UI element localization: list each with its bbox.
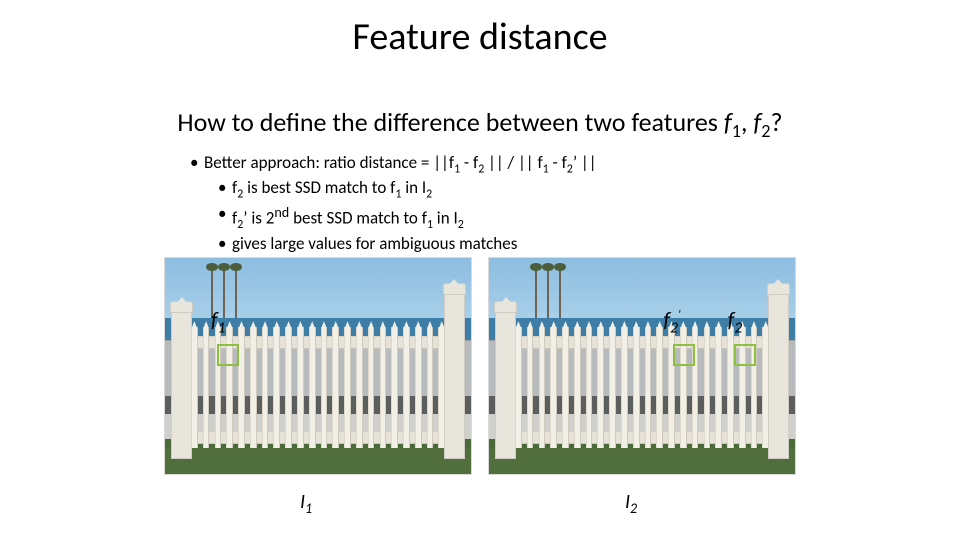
b1-m: is best SSD match to f (243, 177, 395, 198)
b0-m1: - f (460, 152, 478, 173)
slide: Feature distance How to define the diffe… (0, 0, 960, 540)
b2-m2: best SSD match to f (289, 208, 427, 229)
lf2pp: ' (678, 308, 681, 322)
b0-end: || (577, 152, 597, 173)
lf2ps: 2 (670, 318, 678, 337)
label-f2prime: f2' (663, 306, 680, 337)
label-f2: f2 (728, 306, 743, 337)
subtitle-f1-sub: 1 (732, 120, 741, 142)
b0-m3: - f (549, 152, 567, 173)
image-I1: f1 (165, 258, 471, 474)
label-f1: f1 (211, 306, 226, 337)
b1-m2: in I (401, 177, 426, 198)
lf1s: 1 (218, 318, 226, 337)
b2-s3: 2 (458, 218, 464, 232)
slide-subtitle: How to define the difference between two… (0, 106, 960, 142)
lf2s: 2 (734, 318, 742, 337)
caption-I2: I2 (625, 490, 637, 517)
bullet-1: f2 is best SSD match to f1 in I2 (218, 177, 830, 202)
b0-m2: || / || f (484, 152, 542, 173)
marker-f2prime (673, 344, 695, 366)
b2-m3: in I (433, 208, 458, 229)
capI1s: 1 (305, 500, 312, 517)
subtitle-text: How to define the difference between two… (177, 106, 723, 138)
lf1f: f (211, 306, 218, 333)
b2-sup: nd (274, 204, 289, 221)
subtitle-f2-sub: 2 (761, 120, 770, 142)
marker-f1 (217, 344, 239, 366)
bullet-3: gives large values for ambiguous matches (218, 233, 830, 256)
subtitle-q: ? (771, 106, 783, 138)
image-row: f1 f2' f2 (165, 258, 795, 474)
marker-f2 (734, 344, 756, 366)
image-I2: f2' f2 (489, 258, 795, 474)
b2-m: is 2 (247, 208, 274, 229)
b1-s3: 2 (426, 188, 432, 202)
slide-title: Feature distance (0, 14, 960, 60)
bullet-list: Better approach: ratio distance = ||f1 -… (190, 152, 830, 256)
caption-I1: I1 (300, 490, 312, 517)
bullet-2: f2’ is 2nd best SSD match to f1 in I2 (218, 203, 830, 233)
subtitle-comma: , (741, 106, 753, 138)
subtitle-f1: f (724, 106, 732, 138)
bullet-0: Better approach: ratio distance = ||f1 -… (190, 152, 830, 177)
b0-t: Better approach: ratio distance = ||f (204, 152, 454, 173)
capI2s: 2 (630, 500, 637, 517)
